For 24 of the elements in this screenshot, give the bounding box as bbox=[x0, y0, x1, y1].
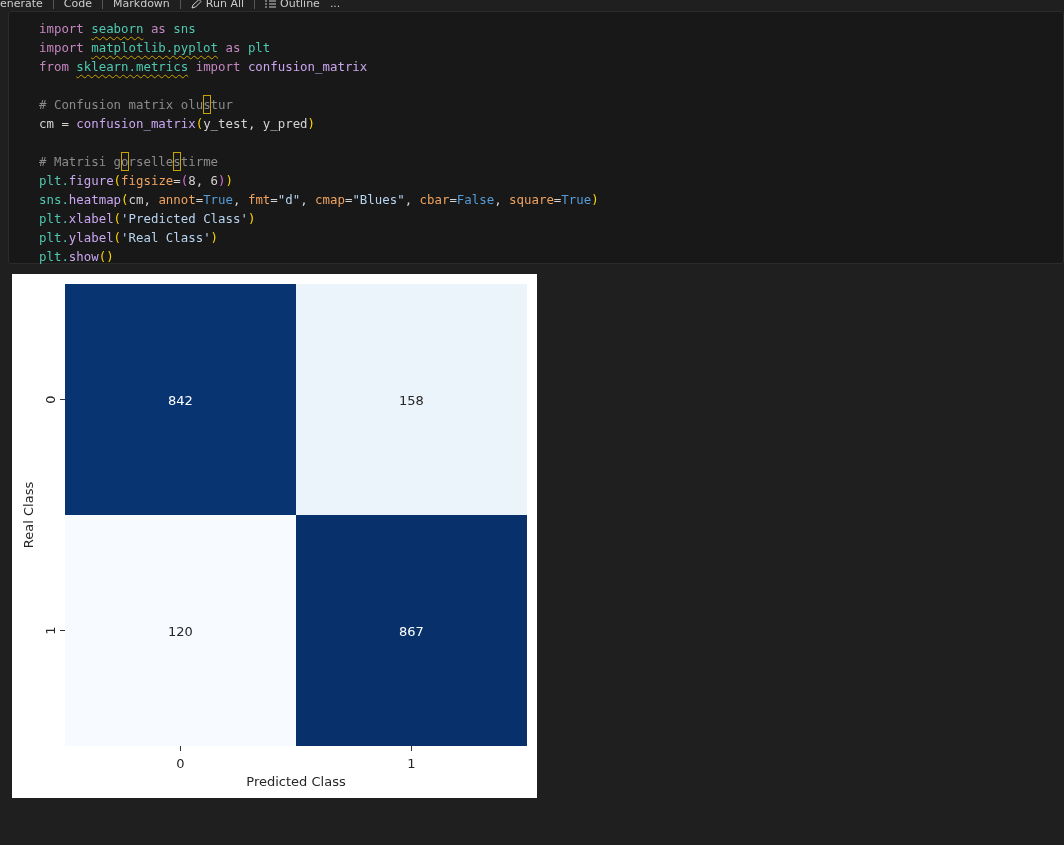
code-line: plt.figure(figsize=(8, 6)) bbox=[39, 172, 234, 190]
y-tick-label: 0 bbox=[43, 395, 58, 404]
more-button[interactable]: ... bbox=[329, 0, 341, 10]
cell-value: 120 bbox=[168, 623, 193, 639]
cell-value: 842 bbox=[168, 392, 193, 408]
x-axis-label: Predicted Class bbox=[246, 774, 346, 789]
x-tick-label: 1 bbox=[407, 756, 416, 771]
code-line: import matplotlib.pyplot as plt bbox=[39, 39, 272, 57]
y-axis-label: Real Class bbox=[21, 481, 36, 549]
cell-value: 158 bbox=[399, 392, 424, 408]
list-icon bbox=[265, 0, 277, 9]
pencil-icon bbox=[190, 0, 202, 9]
x-tick-label: 0 bbox=[176, 756, 185, 771]
code-line: cm = confusion_matrix(y_test, y_pred) bbox=[39, 115, 317, 133]
toolbar-button[interactable]: enerate bbox=[0, 0, 43, 10]
code-line: plt.show() bbox=[39, 248, 115, 266]
code-line: plt.ylabel('Real Class') bbox=[39, 229, 220, 247]
code-cell[interactable] bbox=[8, 11, 1064, 264]
code-line: from sklearn.metrics import confusion_matrix bbox=[39, 58, 369, 76]
code-line: sns.heatmap(cm, annot=True, fmt="d", cmap="Blues", cbar=False, square=True) bbox=[39, 191, 600, 209]
cell-value: 867 bbox=[399, 623, 424, 639]
code-line: plt.xlabel('Predicted Class') bbox=[39, 210, 257, 228]
code-line: import seaborn as sns bbox=[39, 20, 197, 38]
y-tick-label: 1 bbox=[43, 626, 58, 635]
